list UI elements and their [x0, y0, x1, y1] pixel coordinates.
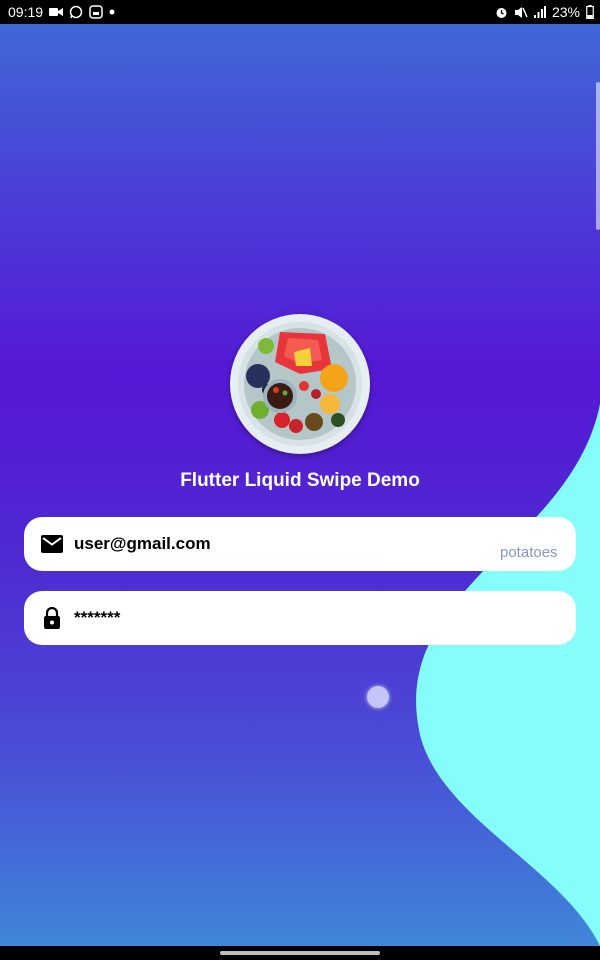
status-time: 09:19	[8, 4, 44, 20]
battery-percent: 23%	[551, 4, 580, 20]
navigation-bar	[0, 946, 600, 960]
status-left: 09:19	[8, 4, 115, 20]
fruit-platter-avatar	[230, 314, 370, 454]
video-camera-icon	[49, 7, 64, 17]
touch-indicator	[367, 686, 389, 708]
password-field[interactable]: *******	[24, 591, 576, 645]
status-right: 23%	[495, 4, 594, 20]
scroll-handle[interactable]	[596, 82, 600, 230]
password-value: *******	[74, 608, 121, 627]
signal-icon	[533, 6, 546, 18]
alarm-icon	[495, 6, 508, 19]
login-page[interactable]: Flutter Liquid Swipe Demo user@gmail.com…	[0, 24, 600, 946]
email-value: user@gmail.com	[74, 534, 211, 553]
whatsapp-icon	[69, 5, 83, 19]
battery-icon	[586, 5, 594, 19]
mail-icon	[40, 532, 64, 556]
screen-record-icon	[89, 5, 103, 19]
notification-dot-icon	[109, 9, 115, 15]
home-gesture-pill[interactable]	[220, 951, 380, 955]
status-bar: 09:19 23%	[0, 0, 600, 24]
next-page-peek-text: potatoes	[500, 544, 558, 561]
email-field[interactable]: user@gmail.com	[24, 517, 576, 571]
lock-icon	[40, 606, 64, 630]
app-title: Flutter Liquid Swipe Demo	[180, 470, 420, 491]
mute-icon	[514, 6, 528, 19]
